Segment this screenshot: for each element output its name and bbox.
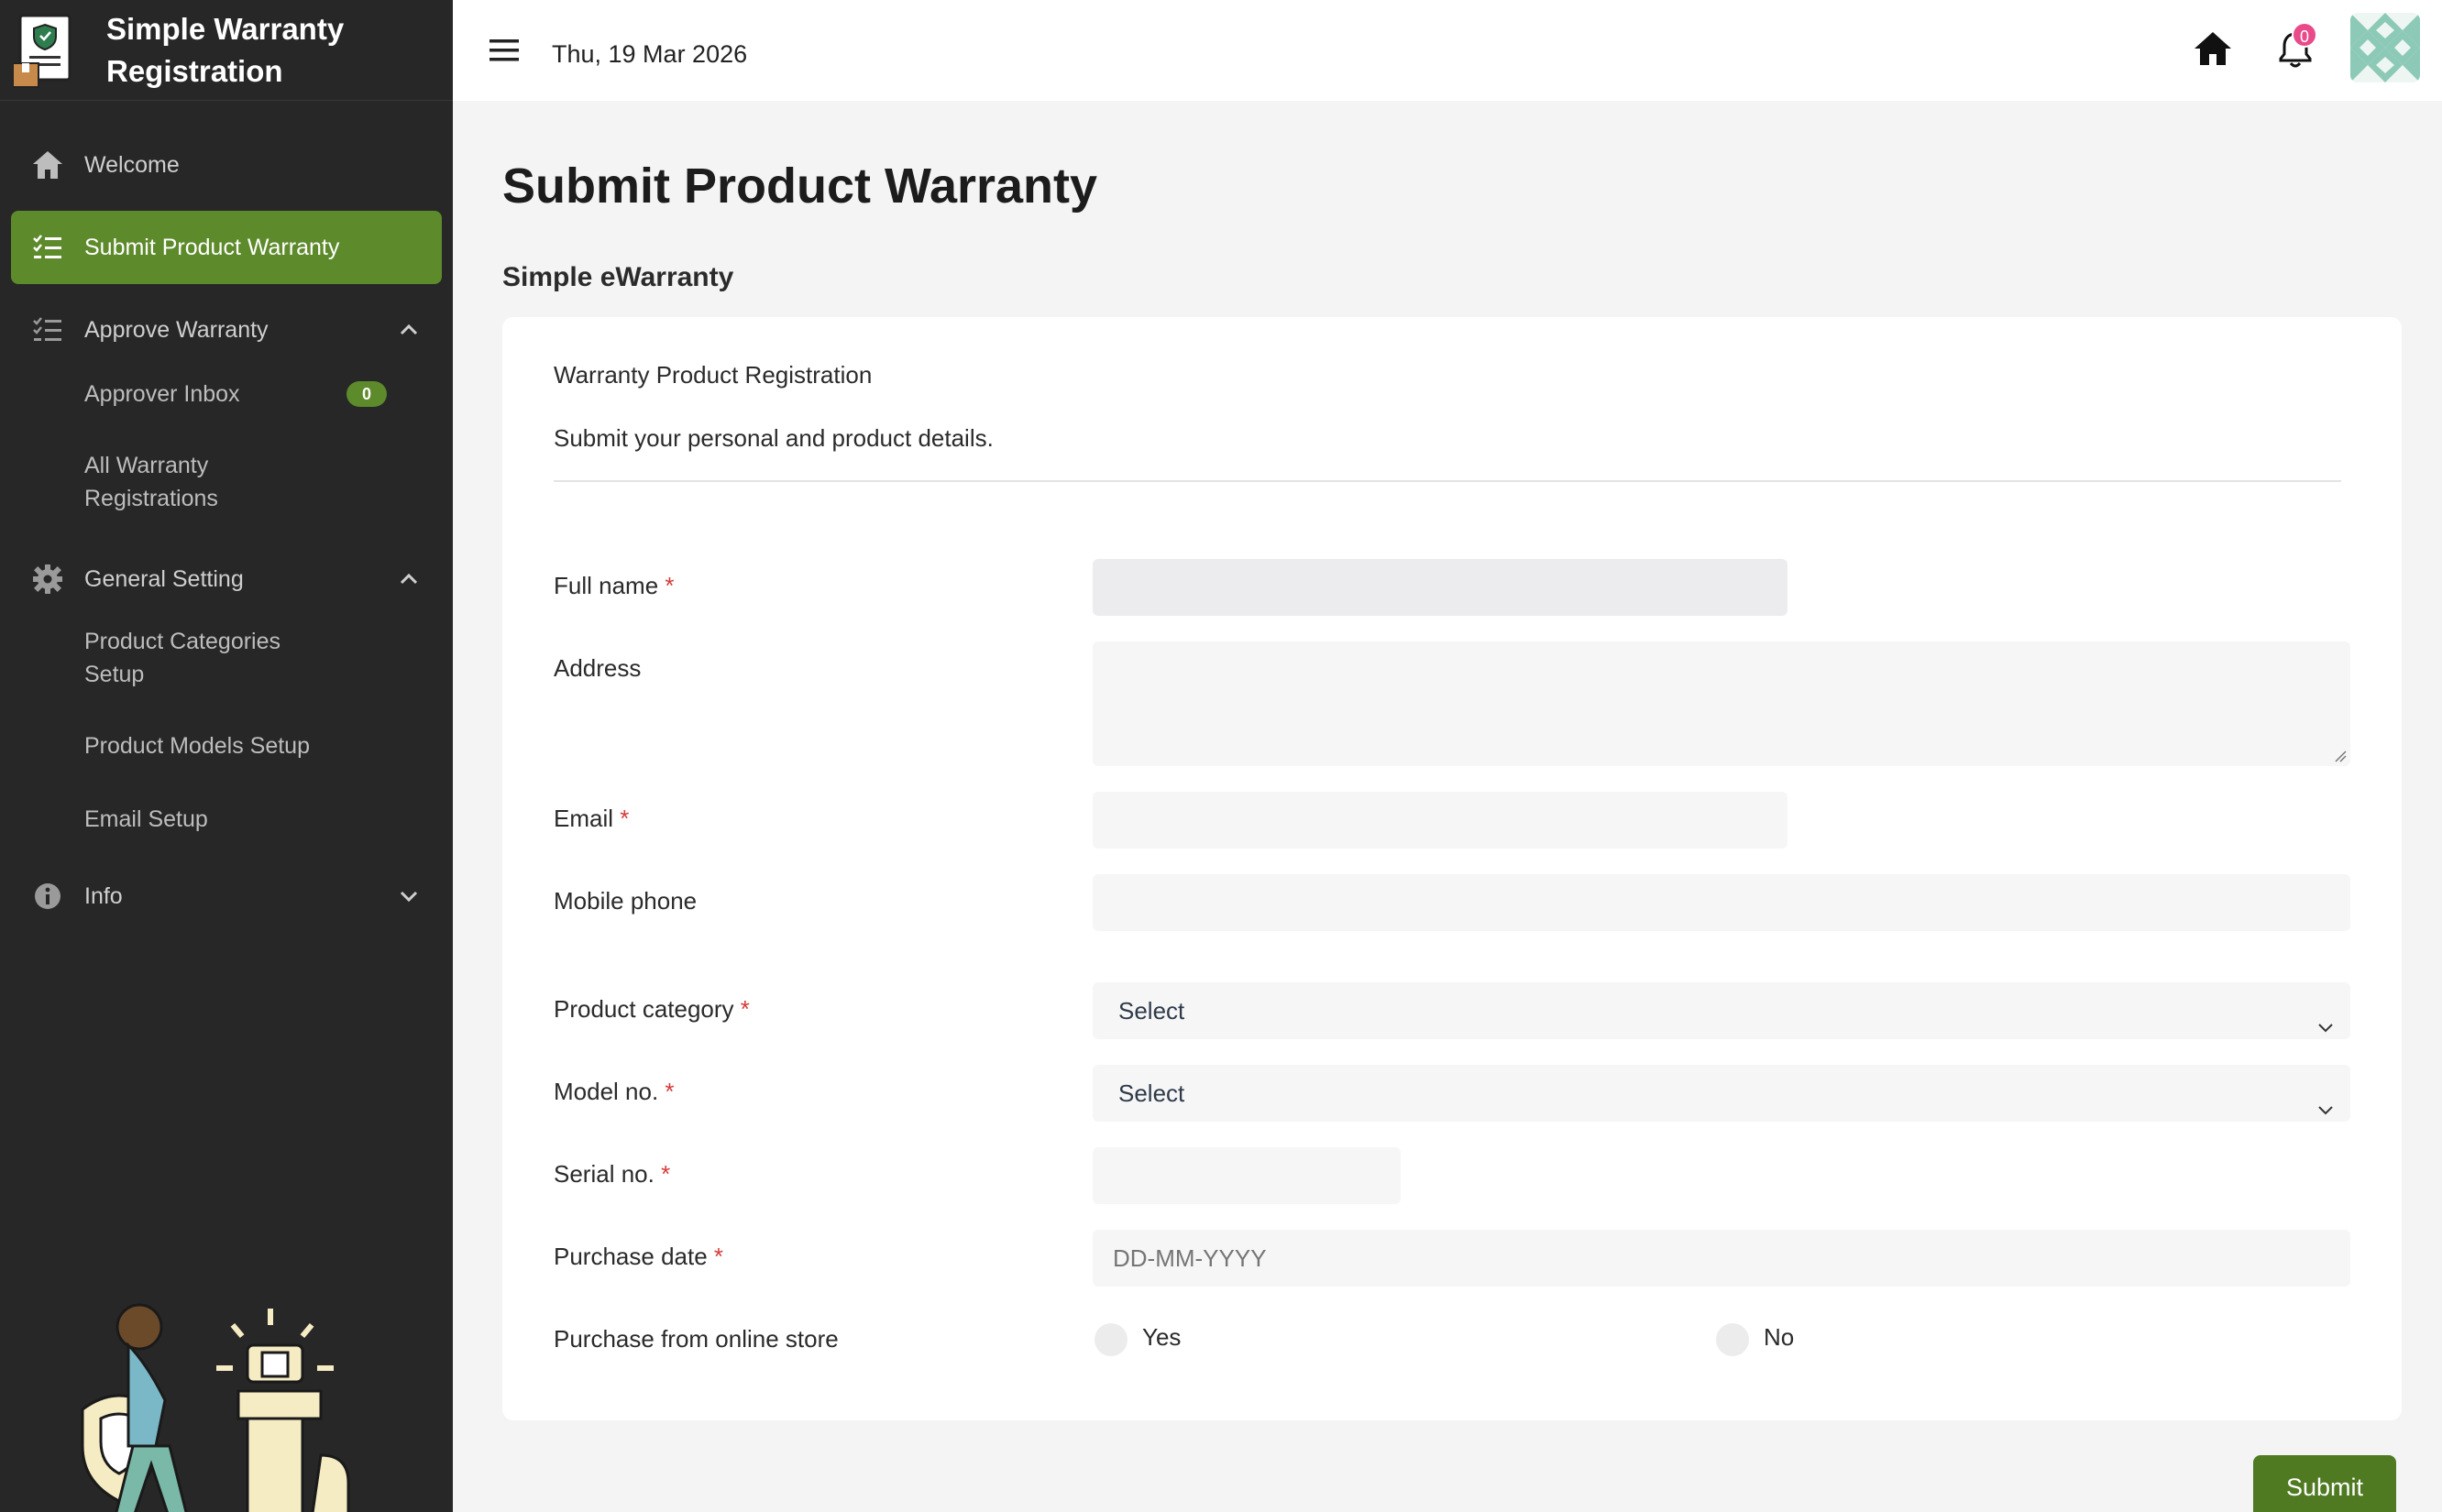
sidebar-item-label: Submit Product Warranty — [84, 234, 340, 260]
chevron-down-icon — [2316, 1001, 2336, 1033]
warranty-document-logo-icon — [12, 12, 77, 89]
model-no-select[interactable]: Select — [1093, 1065, 2350, 1122]
sidebar-item-label: Info — [84, 882, 123, 909]
purchase-date-label-text: Purchase date — [554, 1243, 708, 1270]
page-title: Submit Product Warranty — [502, 159, 1098, 214]
serial-no-input[interactable] — [1093, 1147, 1401, 1204]
full-name-input[interactable] — [1093, 559, 1788, 616]
sidebar-item-label: Product Models Setup — [84, 733, 310, 759]
email-field[interactable] — [1093, 792, 1788, 849]
topbar: Thu, 19 Mar 2026 0 — [453, 0, 2442, 101]
sidebar-item-general-setting[interactable]: General Setting — [11, 542, 442, 616]
serial-no-label: Serial no. * — [554, 1160, 670, 1189]
sidebar-item-all-warranty-registrations[interactable]: All Warranty Registrations — [0, 449, 312, 515]
sidebar-item-label: Product Categories Setup — [84, 629, 281, 687]
sidebar-nav: Welcome Submit Product Warranty Approve … — [0, 101, 453, 933]
card-subtitle: Warranty Product Registration — [554, 361, 873, 389]
hamburger-menu-icon[interactable] — [488, 37, 521, 64]
sidebar-item-label: Approve Warranty — [84, 316, 269, 343]
divider — [554, 480, 2341, 482]
sidebar-item-submit-product-warranty[interactable]: Submit Product Warranty — [11, 211, 442, 284]
sidebar-item-label: Approver Inbox — [84, 381, 240, 407]
checklist-icon — [29, 229, 66, 266]
email-label-text: Email — [554, 805, 614, 832]
required-mark: * — [665, 1078, 675, 1105]
model-no-label: Model no. * — [554, 1078, 675, 1106]
info-icon — [29, 878, 66, 915]
checklist-icon — [29, 312, 66, 348]
current-date: Thu, 19 Mar 2026 — [552, 40, 748, 68]
app-title: Simple Warranty Registration — [106, 11, 345, 88]
address-textarea[interactable] — [1093, 641, 2350, 766]
required-mark: * — [620, 805, 630, 832]
inbox-count-badge: 0 — [346, 381, 387, 407]
chevron-up-icon[interactable] — [394, 315, 424, 345]
sidebar-item-info[interactable]: Info — [11, 860, 442, 933]
gear-icon — [29, 561, 66, 597]
model-no-label-text: Model no. — [554, 1078, 659, 1105]
required-mark: * — [740, 995, 750, 1023]
sidebar-item-email-setup[interactable]: Email Setup — [0, 803, 453, 836]
online-store-no-label[interactable]: No — [1764, 1323, 1794, 1352]
notification-count-badge: 0 — [2292, 22, 2317, 48]
sidebar-item-approver-inbox[interactable]: Approver Inbox 0 — [0, 378, 453, 411]
warranty-form-card: Warranty Product Registration Submit you… — [502, 317, 2402, 1420]
email-label: Email * — [554, 805, 629, 833]
address-label: Address — [554, 654, 642, 682]
sidebar-item-product-categories-setup[interactable]: Product Categories Setup — [0, 625, 312, 691]
online-store-yes-label[interactable]: Yes — [1142, 1323, 1181, 1352]
purchase-date-input[interactable] — [1093, 1230, 2350, 1287]
sidebar-item-approve-warranty[interactable]: Approve Warranty — [11, 293, 442, 367]
avatar[interactable] — [2350, 13, 2420, 82]
online-store-label: Purchase from online store — [554, 1325, 839, 1353]
resize-handle-icon[interactable] — [2334, 750, 2347, 762]
card-description: Submit your personal and product details… — [554, 424, 994, 452]
full-name-label: Full name * — [554, 572, 675, 600]
sidebar-item-welcome[interactable]: Welcome — [11, 128, 442, 202]
sidebar-item-product-models-setup[interactable]: Product Models Setup — [0, 729, 453, 762]
sidebar-item-label: Welcome — [84, 151, 180, 178]
home-icon — [29, 147, 66, 183]
chevron-down-icon — [2316, 1083, 2336, 1115]
required-mark: * — [713, 1243, 724, 1270]
card-header: Warranty Product Registration Submit you… — [554, 361, 2341, 453]
warranty-shield-illustration — [55, 1290, 385, 1512]
online-store-yes-radio[interactable] — [1094, 1323, 1128, 1356]
full-name-label-text: Full name — [554, 572, 659, 599]
section-title: Simple eWarranty — [502, 262, 734, 292]
model-no-value: Select — [1118, 1079, 1185, 1107]
mobile-phone-label: Mobile phone — [554, 887, 698, 915]
home-icon[interactable] — [2193, 29, 2233, 68]
purchase-date-label: Purchase date * — [554, 1243, 723, 1271]
sidebar-item-label: All Warranty Registrations — [84, 453, 218, 511]
brand[interactable]: Simple Warranty Registration — [0, 0, 453, 101]
serial-no-label-text: Serial no. — [554, 1160, 654, 1188]
sidebar-item-label: General Setting — [84, 565, 244, 592]
sidebar: Simple Warranty Registration Welcome Sub… — [0, 0, 453, 1512]
required-mark: * — [665, 572, 675, 599]
product-category-value: Select — [1118, 997, 1185, 1024]
mobile-phone-input[interactable] — [1093, 874, 2350, 931]
required-mark: * — [661, 1160, 671, 1188]
sidebar-item-label: Email Setup — [84, 806, 208, 832]
product-category-select[interactable]: Select — [1093, 982, 2350, 1039]
product-category-label: Product category * — [554, 995, 750, 1024]
product-category-label-text: Product category — [554, 995, 734, 1023]
chevron-up-icon[interactable] — [394, 564, 424, 594]
chevron-down-icon[interactable] — [394, 882, 424, 911]
submit-button[interactable]: Submit — [2253, 1455, 2396, 1512]
online-store-no-radio[interactable] — [1716, 1323, 1749, 1356]
